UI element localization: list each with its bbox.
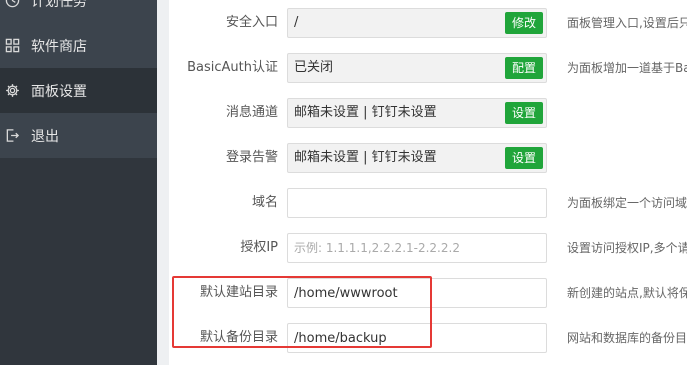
login-alert-field: 邮箱未设置 | 钉钉未设置 设置: [287, 143, 547, 173]
clock-icon: [4, 0, 20, 9]
row-label: 安全入口: [225, 15, 278, 30]
security-entrance-field: / 修改: [287, 8, 547, 38]
default-site-dir-field: [287, 278, 547, 308]
sidebar: 计划任务 软件商店 面板设置 退出: [0, 0, 157, 365]
row-label: 登录告警: [225, 150, 278, 165]
field-value: 邮箱未设置 | 钉钉未设置: [294, 105, 437, 120]
domain-input[interactable]: [288, 189, 546, 217]
grid-icon: [4, 38, 20, 54]
gear-icon: [4, 83, 20, 99]
sidebar-item-label: 退出: [31, 128, 59, 145]
row-hint: 设置访问授权IP,多个请: [567, 241, 687, 255]
row-hint: 为面板增加一道基于Ba: [567, 61, 687, 75]
sidebar-item-cron[interactable]: 计划任务: [0, 0, 157, 23]
default-backup-dir-field: [287, 323, 547, 353]
domain-field: [287, 188, 547, 218]
settings-row-default-site-dir: 默认建站目录 新创建的站点,默认将保: [169, 278, 687, 308]
default-backup-dir-input[interactable]: [288, 324, 546, 352]
settings-row-domain: 域名 为面板绑定一个访问域: [169, 188, 687, 218]
settings-row-message-channel: 消息通道 邮箱未设置 | 钉钉未设置 设置: [169, 98, 687, 128]
row-label: 授权IP: [240, 240, 278, 255]
row-label: 默认建站目录: [199, 285, 278, 300]
settings-row-basicauth: BasicAuth认证 已关闭 配置 为面板增加一道基于Ba: [169, 53, 687, 83]
sidebar-empty-area: [0, 158, 157, 365]
settings-row-authorized-ip: 授权IP 设置访问授权IP,多个请: [169, 233, 687, 263]
basicauth-field: 已关闭 配置: [287, 53, 547, 83]
row-label: 消息通道: [225, 105, 278, 120]
sidebar-item-logout[interactable]: 退出: [0, 113, 157, 158]
field-value: /: [294, 15, 299, 30]
field-value: 已关闭: [294, 60, 334, 75]
field-value: 邮箱未设置 | 钉钉未设置: [294, 150, 437, 165]
default-site-dir-input[interactable]: [288, 279, 546, 307]
sidebar-item-label: 软件商店: [31, 38, 87, 55]
configure-button[interactable]: 配置: [504, 57, 543, 79]
message-channel-field: 邮箱未设置 | 钉钉未设置 设置: [287, 98, 547, 128]
sidebar-item-label: 计划任务: [31, 0, 87, 10]
row-label: 域名: [251, 195, 278, 210]
settings-row-login-alert: 登录告警 邮箱未设置 | 钉钉未设置 设置: [169, 143, 687, 173]
row-hint: 新创建的站点,默认将保: [567, 286, 687, 300]
message-channel-settings-button[interactable]: 设置: [504, 102, 543, 124]
row-hint: 面板管理入口,设置后只: [567, 16, 687, 30]
sidebar-item-store[interactable]: 软件商店: [0, 23, 157, 68]
settings-row-default-backup-dir: 默认备份目录 网站和数据库的备份目: [169, 323, 687, 353]
login-alert-settings-button[interactable]: 设置: [504, 147, 543, 169]
authorized-ip-input[interactable]: [288, 234, 546, 262]
row-hint: 为面板绑定一个访问域: [567, 196, 687, 210]
row-label: 默认备份目录: [199, 330, 278, 345]
authorized-ip-field: [287, 233, 547, 263]
sidebar-item-label: 面板设置: [31, 83, 87, 100]
row-label: BasicAuth认证: [187, 60, 278, 75]
row-hint: 网站和数据库的备份目: [567, 331, 687, 345]
modify-button[interactable]: 修改: [504, 12, 543, 34]
settings-row-security-entrance: 安全入口 / 修改 面板管理入口,设置后只: [169, 8, 687, 38]
logout-icon: [4, 128, 20, 144]
content-gutter: [157, 0, 169, 365]
sidebar-item-panel-settings[interactable]: 面板设置: [0, 68, 157, 113]
